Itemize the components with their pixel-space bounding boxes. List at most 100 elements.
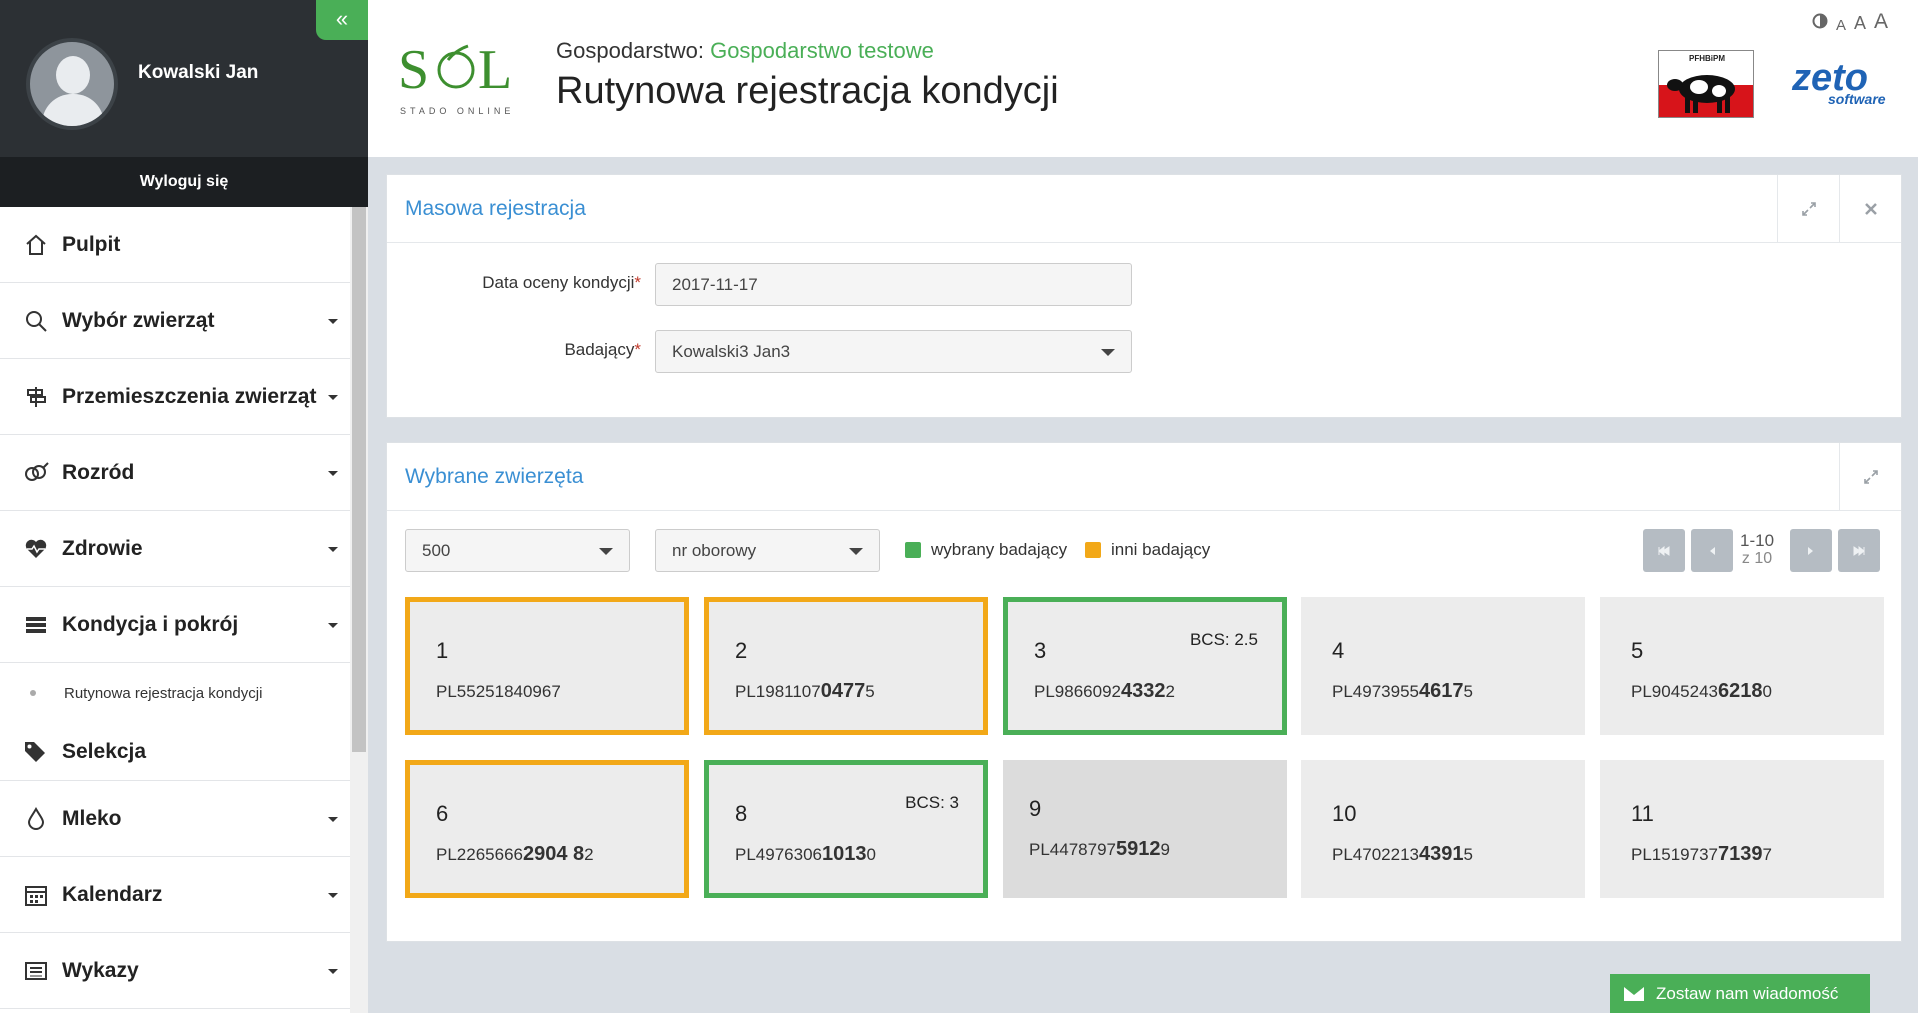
animal-id-suffix: 5	[1463, 682, 1473, 701]
report-list-icon	[22, 957, 50, 985]
animal-card[interactable]: 1 PL55251840967	[405, 597, 689, 735]
farm-name: Gospodarstwo testowe	[710, 38, 934, 63]
collapse-sidebar-button[interactable]: «	[316, 0, 368, 40]
logo-caption: STADO ONLINE	[400, 106, 514, 116]
sidebar-scrollbar[interactable]	[350, 207, 368, 1013]
sidebar-item-label: Wykazy	[62, 958, 139, 982]
sidebar-item-rozrod[interactable]: Rozród	[0, 435, 350, 511]
sidebar-item-wybor-zwierzat[interactable]: Wybór zwierząt	[0, 283, 350, 359]
animal-number: 3	[1034, 638, 1047, 663]
chevron-down-icon	[849, 548, 863, 555]
chevron-down-icon	[328, 395, 338, 400]
sidebar-item-label: Wybór zwierząt	[62, 308, 215, 332]
contrast-icon[interactable]	[1812, 13, 1828, 34]
font-size-large-button[interactable]: A	[1874, 10, 1888, 34]
sidebar-item-zdrowie[interactable]: Zdrowie	[0, 511, 350, 587]
panel-header: Masowa rejestracja	[387, 175, 1901, 243]
close-icon[interactable]	[1839, 175, 1901, 243]
animal-id-bold: 1013	[821, 843, 867, 865]
sidebar-item-pulpit[interactable]: Pulpit	[0, 207, 350, 283]
animal-id-bold: 4332	[1120, 680, 1166, 702]
first-page-button[interactable]	[1643, 529, 1685, 572]
animal-card[interactable]: 5 PL904524362180	[1600, 597, 1884, 735]
legend-other: inni badający	[1085, 540, 1210, 560]
svg-text:L: L	[478, 39, 512, 101]
animal-id: PL198110704775	[735, 680, 875, 703]
font-size-small-button[interactable]: A	[1836, 17, 1846, 34]
sidebar-item-label: Rozród	[62, 460, 135, 484]
search-icon	[22, 307, 50, 335]
legend-own: wybrany badający	[905, 540, 1067, 560]
expand-icon[interactable]	[1839, 443, 1901, 511]
sidebar-item-label: Mleko	[62, 806, 122, 830]
bcs-value: BCS: 3	[905, 793, 959, 812]
required-marker: *	[634, 340, 641, 359]
chevron-down-icon	[1101, 349, 1115, 356]
animal-id-bold: 4617	[1418, 680, 1464, 702]
examiner-select-value: Kowalski3 Jan3	[672, 342, 791, 361]
animal-id-suffix: 0	[1762, 682, 1772, 701]
animal-id-suffix: 5	[865, 682, 875, 701]
stado-online-logo[interactable]: S L STADO ONLINE	[398, 36, 528, 120]
animal-card[interactable]: 2 PL198110704775	[704, 597, 988, 735]
user-name: Kowalski Jan	[138, 62, 259, 83]
pfhbipm-logo: PFHBiPM	[1658, 50, 1754, 118]
animal-number: 10	[1332, 801, 1357, 826]
page-size-select[interactable]: 500	[405, 529, 630, 572]
logout-button[interactable]: Wyloguj się	[0, 157, 368, 207]
sidebar-item-selekcja[interactable]: Selekcja	[0, 723, 350, 781]
date-label-text: Data oceny kondycji	[482, 273, 635, 292]
next-page-button[interactable]	[1790, 529, 1832, 572]
calendar-icon	[22, 881, 50, 909]
chevron-down-icon	[328, 623, 338, 628]
animal-id-suffix: 0	[866, 845, 876, 864]
legend-swatch-orange	[1085, 542, 1101, 558]
animal-id-suffix: 7	[1762, 845, 1772, 864]
sidebar-item-wykazy[interactable]: Wykazy	[0, 933, 350, 1009]
zeto-subtext: software	[1828, 91, 1886, 107]
animal-id: PL151973771397	[1631, 843, 1772, 866]
font-size-medium-button[interactable]: A	[1854, 13, 1866, 34]
animal-card[interactable]: 11 PL151973771397	[1600, 760, 1884, 898]
sidebar-item-przemieszczenia[interactable]: Przemieszczenia zwierząt	[0, 359, 350, 435]
sidebar-item-mleko[interactable]: Mleko	[0, 781, 350, 857]
sidebar-item-kondycja[interactable]: Kondycja i pokrój	[0, 587, 350, 663]
expand-icon[interactable]	[1777, 175, 1839, 243]
sort-value: nr oborowy	[672, 541, 757, 560]
animal-card[interactable]: 6 PL22656662904 82	[405, 760, 689, 898]
chevron-down-icon	[328, 319, 338, 324]
chevron-down-icon	[599, 548, 613, 555]
heartbeat-icon	[22, 535, 50, 563]
sidebar-scrollbar-thumb[interactable]	[352, 207, 366, 752]
last-page-button[interactable]	[1838, 529, 1880, 572]
sidebar-subitem-rutynowa[interactable]: Rutynowa rejestracja kondycji	[0, 663, 350, 723]
sidebar-item-kalendarz[interactable]: Kalendarz	[0, 857, 350, 933]
animal-id: PL904524362180	[1631, 680, 1772, 703]
user-box: Kowalski Jan	[0, 0, 368, 157]
farm-line: Gospodarstwo: Gospodarstwo testowe	[556, 38, 934, 64]
sort-select[interactable]: nr oborowy	[655, 529, 880, 572]
sidebar-item-label: Selekcja	[62, 739, 147, 763]
bullet-icon	[30, 690, 36, 696]
zeto-software-logo: zeto software	[1788, 56, 1892, 112]
date-input[interactable]: 2017-11-17	[655, 263, 1132, 306]
animal-id-bold: 7139	[1717, 843, 1763, 865]
animal-number: 4	[1332, 638, 1345, 663]
animal-card[interactable]: 4 PL497395546175	[1301, 597, 1585, 735]
prev-page-button[interactable]	[1691, 529, 1733, 572]
animal-card[interactable]: 10 PL470221343915	[1301, 760, 1585, 898]
animal-id: PL986609243322	[1034, 680, 1175, 703]
panel-title: Wybrane zwierzęta	[405, 465, 584, 488]
animal-card[interactable]: 3 BCS: 2.5 PL986609243322	[1003, 597, 1287, 735]
page-title: Rutynowa rejestracja kondycji	[556, 70, 1059, 112]
contact-message-button[interactable]: Zostaw nam wiadomość	[1610, 974, 1870, 1013]
animal-card[interactable]: 9 PL447879759129	[1003, 760, 1287, 898]
header: S L STADO ONLINE Gospodarstwo: Gospodars…	[368, 0, 1918, 157]
sidebar-item-label: Przemieszczenia zwierząt	[62, 384, 317, 408]
legend-swatch-green	[905, 542, 921, 558]
farm-prefix: Gospodarstwo:	[556, 38, 711, 63]
examiner-select[interactable]: Kowalski3 Jan3	[655, 330, 1132, 373]
panel-title: Masowa rejestracja	[405, 197, 586, 220]
chevron-down-icon	[328, 817, 338, 822]
animal-card[interactable]: 8 BCS: 3 PL497630610130	[704, 760, 988, 898]
